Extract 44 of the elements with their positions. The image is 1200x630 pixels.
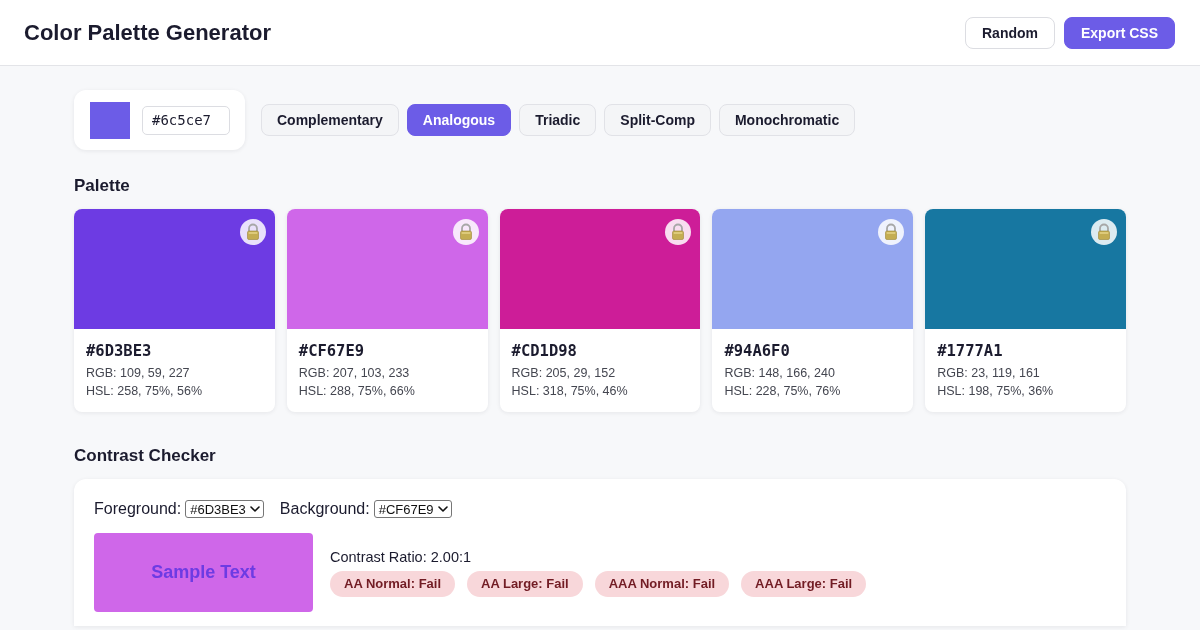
export-button[interactable]: Export CSS — [1064, 16, 1175, 49]
section-heading: Palette — [74, 175, 131, 196]
padlock-icon[interactable] — [878, 219, 905, 245]
padlock-icon[interactable] — [1091, 219, 1117, 245]
caret-icon — [437, 506, 448, 512]
foreground-select[interactable]: #6D3BE3 — [185, 500, 264, 518]
background-select[interactable]: #CF67E9 — [373, 500, 452, 518]
hsl-value: HSL: 228, 75%, 76% — [724, 383, 842, 400]
rgb-value: RGB: 148, 166, 240 — [724, 365, 836, 382]
app-title: Color Palette Generator — [24, 19, 271, 46]
section-heading: Contrast Checker — [74, 445, 217, 466]
rgb-value: RGB: 23, 119, 161 — [937, 365, 1041, 382]
padlock-icon[interactable] — [239, 219, 266, 245]
result-badge: AA Normal: Fail — [330, 571, 456, 597]
padlock-icon[interactable] — [665, 219, 692, 245]
hex-code: #94A6F0 — [724, 341, 791, 361]
padlock-icon[interactable] — [452, 219, 479, 245]
result-badge: AAA Large: Fail — [741, 571, 867, 597]
hex-input-field[interactable]: #6c5ce7 — [142, 105, 230, 135]
hex-code: #1777A1 — [937, 341, 1004, 361]
hsl-value: HSL: 318, 75%, 46% — [511, 383, 629, 400]
caret-icon — [249, 506, 260, 512]
hsl-value: HSL: 288, 75%, 66% — [298, 383, 416, 400]
harmony-tab[interactable]: Complementary — [261, 104, 399, 136]
hex-code: #6D3BE3 — [86, 341, 153, 361]
hsl-value: HSL: 258, 75%, 56% — [86, 383, 204, 400]
hex-code: #CD1D98 — [511, 341, 578, 361]
harmony-tab[interactable]: Split-Comp — [604, 104, 711, 136]
result-badge: AA Large: Fail — [467, 571, 583, 597]
rgb-value: RGB: 109, 59, 227 — [86, 365, 191, 382]
contrast-ratio-text: Contrast Ratio: 2.00:1 — [330, 548, 473, 566]
hsl-value: HSL: 198, 75%, 36% — [937, 383, 1055, 400]
harmony-tab[interactable]: Monochromatic — [718, 104, 856, 136]
random-button[interactable]: Random — [965, 16, 1055, 49]
background-label: Background: — [279, 499, 370, 519]
result-badge: AAA Normal: Fail — [594, 571, 730, 597]
harmony-tab[interactable]: Analogous — [406, 104, 512, 136]
rgb-value: RGB: 207, 103, 233 — [298, 365, 411, 382]
foreground-label: Foreground: — [94, 499, 182, 519]
sample-text-preview: Sample Text — [94, 533, 313, 612]
harmony-tab[interactable]: Triadic — [519, 104, 597, 136]
hex-code: #CF67E9 — [298, 341, 366, 361]
color-swatch-input[interactable] — [90, 101, 130, 139]
rgb-value: RGB: 205, 29, 152 — [511, 365, 617, 382]
